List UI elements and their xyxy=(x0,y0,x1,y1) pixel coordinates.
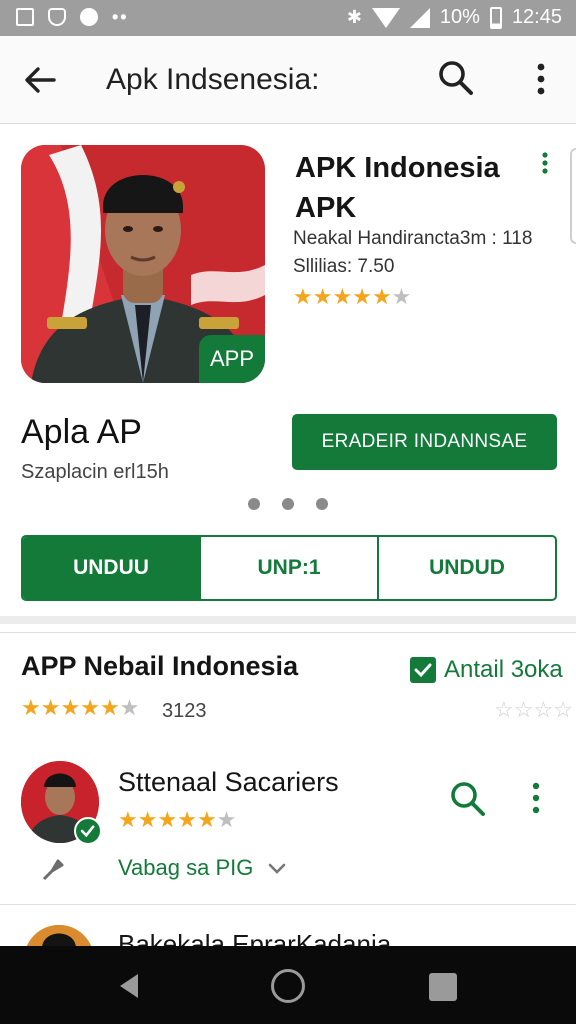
pager-dot[interactable] xyxy=(316,498,328,510)
system-nav-bar xyxy=(0,946,576,1024)
star-icon: ★ xyxy=(352,284,372,309)
nav-recents-icon[interactable] xyxy=(429,973,457,1001)
back-arrow-icon[interactable] xyxy=(22,62,58,98)
star-icon: ★ xyxy=(119,695,140,720)
shield-icon xyxy=(48,8,66,26)
status-bar: •• ✱ 10% 12:45 xyxy=(0,0,576,36)
search-icon[interactable] xyxy=(448,779,488,819)
nav-home-icon[interactable] xyxy=(271,969,305,1003)
more-vert-icon[interactable] xyxy=(529,781,543,815)
checkbox-icon[interactable] xyxy=(410,657,436,683)
star-icon: ★ xyxy=(293,284,313,309)
rating-count: 3123 xyxy=(162,700,207,722)
app-rating-stars: ★ ★ ★ ★ ★ ★ xyxy=(293,286,411,308)
star-icon: ★ xyxy=(216,807,237,832)
list-item[interactable]: Sttenaal Sacariers ★ ★ ★ ★ ★ ★ Vabag sa … xyxy=(0,759,576,905)
list-item-rating-stars: ★ ★ ★ ★ ★ ★ xyxy=(118,809,236,831)
bluetooth-icon: ✱ xyxy=(346,7,362,27)
star-icon: ★ xyxy=(312,284,333,309)
cookie-icon xyxy=(80,8,98,26)
star-icon: ★ xyxy=(371,284,392,309)
more-notifications-icon: •• xyxy=(112,7,129,27)
star-icon: ★ xyxy=(118,807,138,832)
app-badge: APP xyxy=(199,335,265,383)
app-meta-downloads: Neakal Handirancta3m : 118 xyxy=(293,228,533,249)
star-outline-icon: ☆ xyxy=(553,697,573,722)
battery-percent: 10% xyxy=(439,6,480,28)
star-icon: ★ xyxy=(137,807,158,832)
star-icon: ★ xyxy=(99,695,120,720)
download-options: UNDUU UNP:1 UNDUD xyxy=(21,535,557,601)
app-name: APK Indonesia APK xyxy=(295,152,500,224)
star-icon: ★ xyxy=(157,807,178,832)
star-icon: ★ xyxy=(332,284,353,309)
nav-back-icon[interactable] xyxy=(116,972,142,1000)
star-outline-icon: ☆ xyxy=(494,697,514,722)
pin-icon xyxy=(42,859,64,881)
related-apps-section: APP Nebail Indonesia Antail 3oka ★ ★ ★ ★… xyxy=(0,632,576,949)
segment-undud[interactable]: UNDUD xyxy=(377,537,555,599)
side-drawer-handle[interactable] xyxy=(570,148,576,244)
segment-unp[interactable]: UNP:1 xyxy=(199,537,377,599)
wifi-icon xyxy=(371,7,400,28)
list-item-title: Sttenaal Sacariers xyxy=(118,767,339,797)
section-title: APP Nebail Indonesia xyxy=(21,651,299,681)
star-icon: ★ xyxy=(196,807,217,832)
star-outline-icon: ☆ xyxy=(533,697,554,722)
star-outline-icon: ☆ xyxy=(513,697,534,722)
outline-rating-stars: ☆ ☆ ☆ ☆ xyxy=(494,699,573,721)
overflow-icon[interactable] xyxy=(538,152,552,174)
notification-icon xyxy=(16,8,34,26)
star-icon: ★ xyxy=(21,695,41,720)
pager-dot[interactable] xyxy=(282,498,294,510)
page-title: Apk Indsenesia: xyxy=(106,63,320,96)
checkbox-label[interactable]: Antail 3oka xyxy=(444,656,563,684)
star-icon: ★ xyxy=(40,695,61,720)
notification-icons: •• xyxy=(16,8,129,26)
app-meta-size: Sllilias: 7.50 xyxy=(293,256,395,277)
star-icon: ★ xyxy=(177,807,197,832)
app-icon[interactable]: APP xyxy=(21,145,265,383)
search-icon[interactable] xyxy=(436,58,476,98)
app-toolbar: Apk Indsenesia: xyxy=(0,36,576,124)
chevron-down-icon[interactable] xyxy=(266,857,288,879)
app-detail-card: APP APK Indonesia APK Neakal Handirancta… xyxy=(0,128,576,624)
clock: 12:45 xyxy=(511,6,562,28)
more-vert-icon[interactable] xyxy=(527,62,555,96)
segment-unduu[interactable]: UNDUU xyxy=(23,537,199,599)
star-icon: ★ xyxy=(80,695,100,720)
battery-icon xyxy=(489,6,502,29)
install-button[interactable]: ERADEIR INDANNSAE xyxy=(292,414,557,470)
pager-dot[interactable] xyxy=(248,498,260,510)
list-item-link[interactable]: Vabag sa PIG xyxy=(118,855,253,881)
star-icon: ★ xyxy=(391,284,412,309)
app-caption: Szaplacin erl15h xyxy=(21,461,169,483)
star-icon: ★ xyxy=(60,695,81,720)
signal-icon xyxy=(409,7,430,28)
verified-icon xyxy=(74,817,102,845)
section-rating-stars: ★ ★ ★ ★ ★ ★ xyxy=(21,697,139,719)
system-icons: ✱ 10% 12:45 xyxy=(347,6,562,29)
app-subtitle: Apla AP xyxy=(21,413,142,451)
screenshot-pager xyxy=(248,498,328,510)
